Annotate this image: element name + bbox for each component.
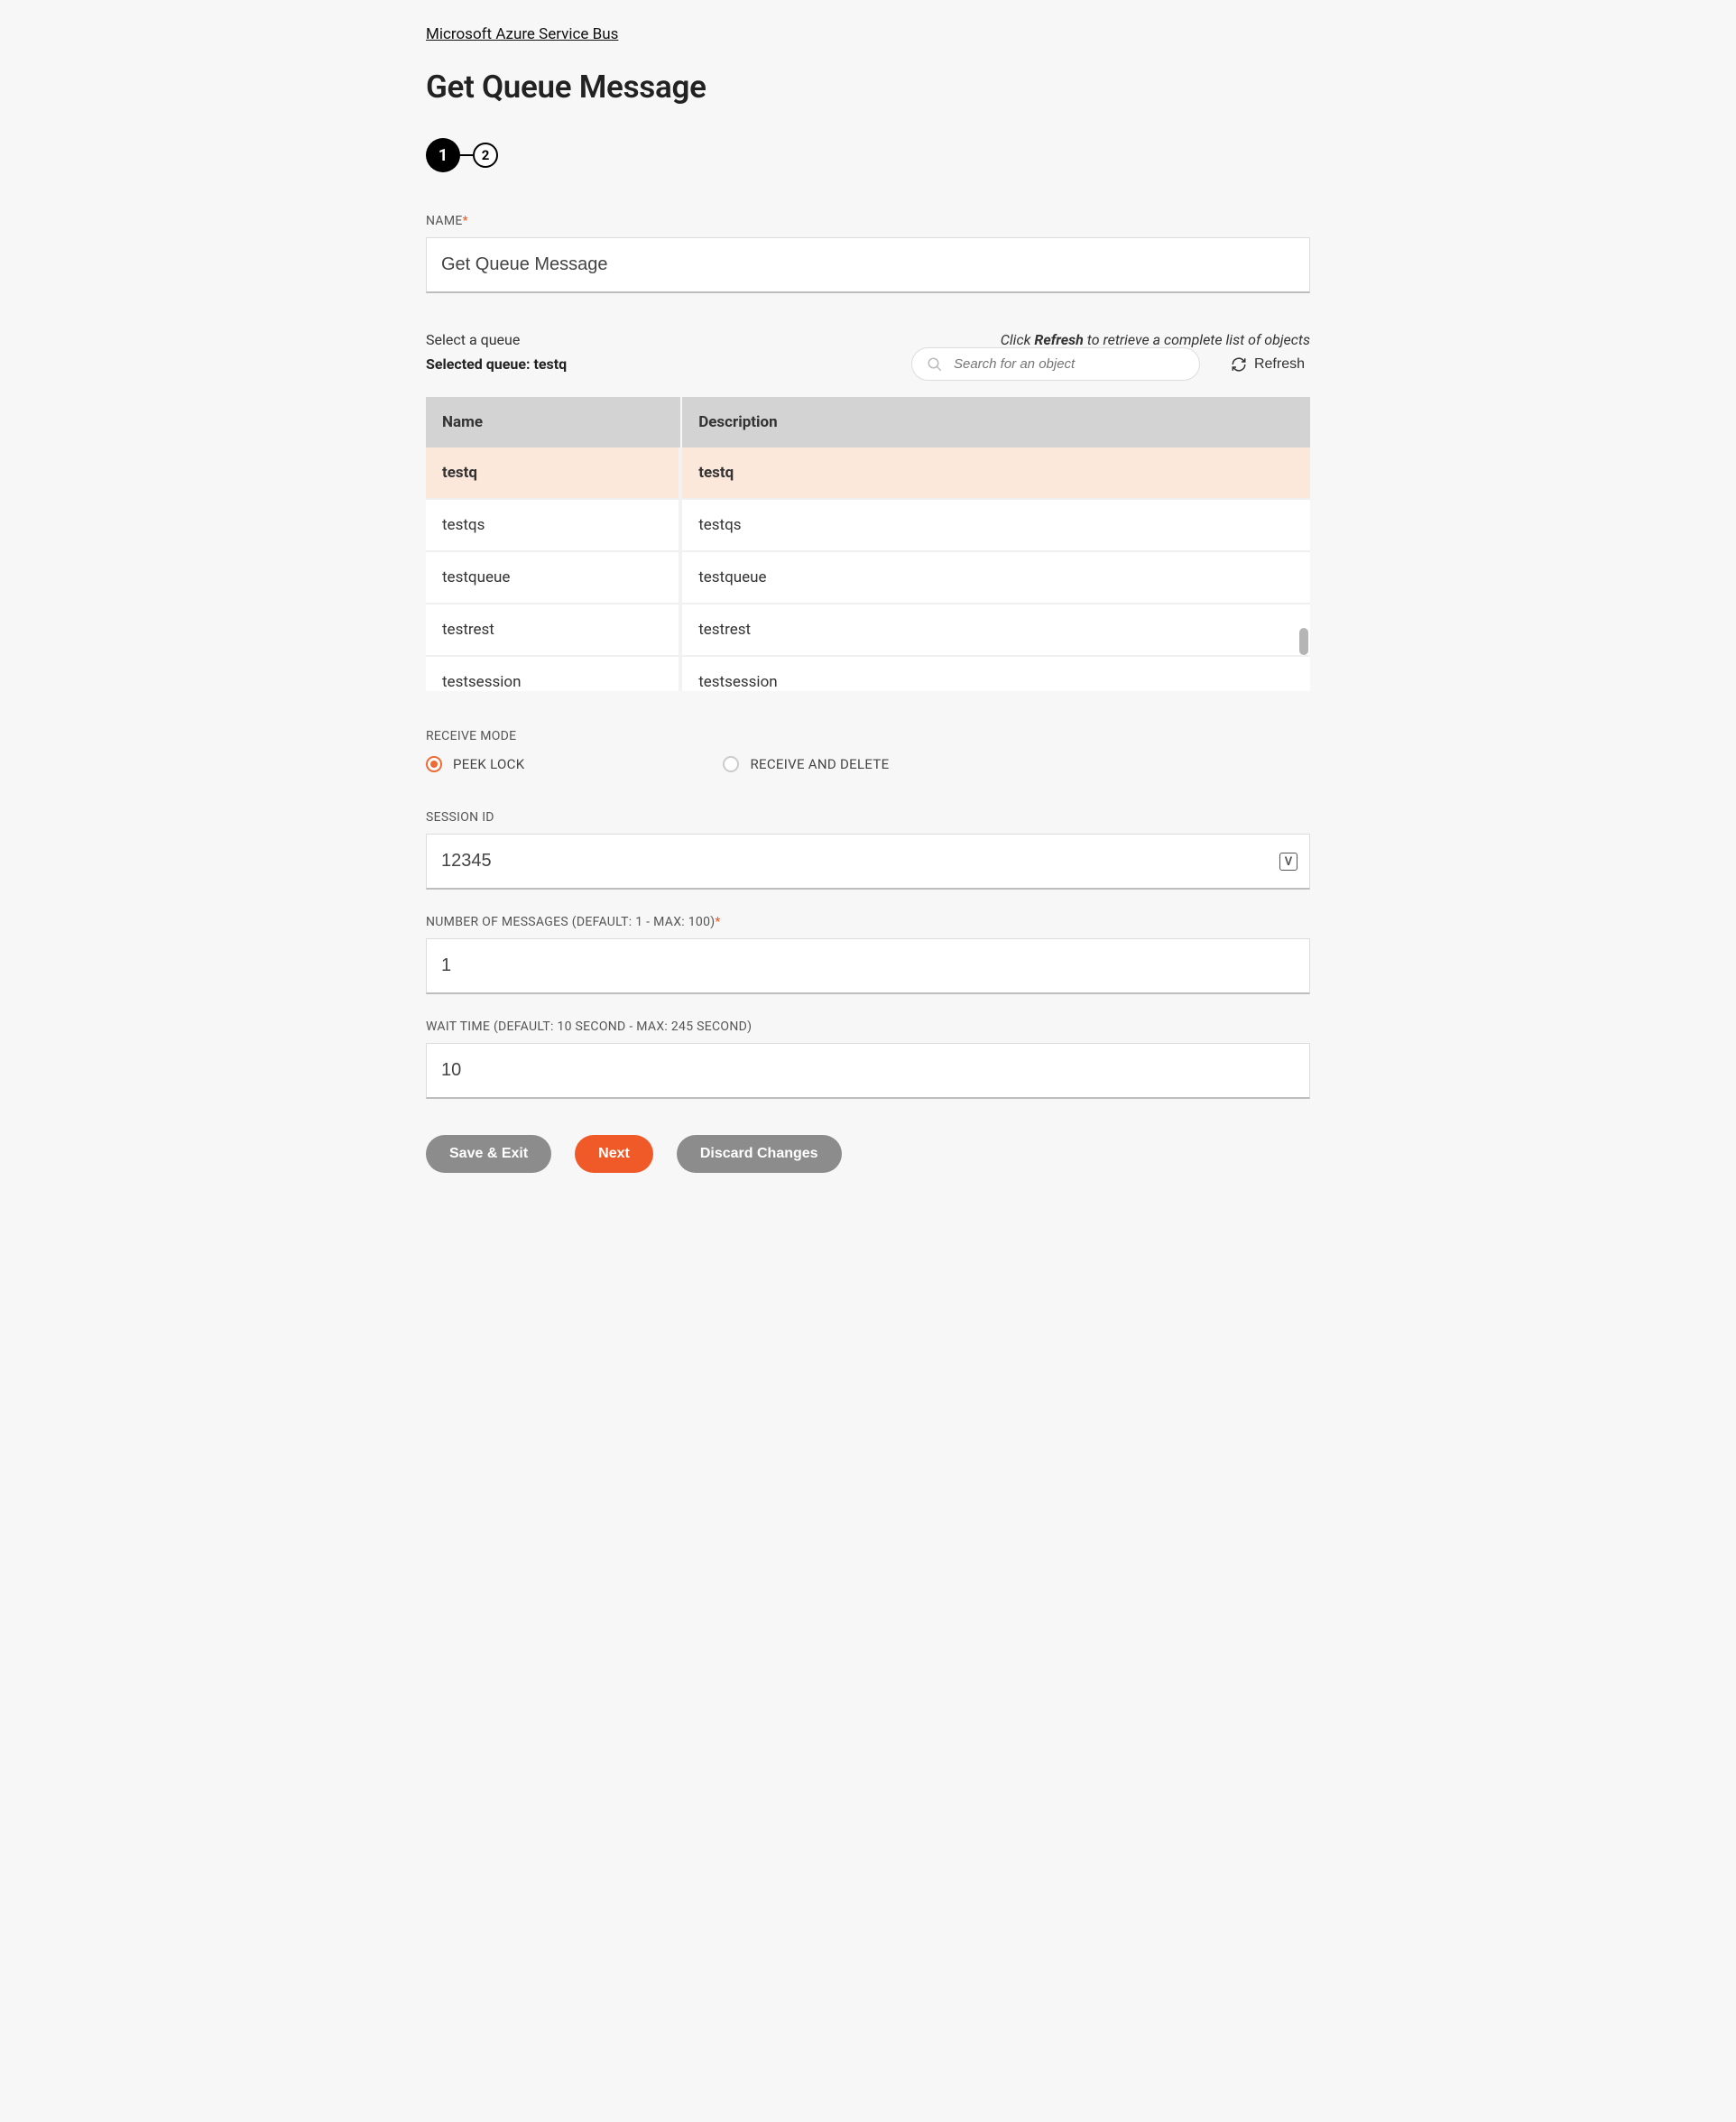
radio-icon — [723, 756, 739, 772]
selected-queue-value: testq — [533, 355, 567, 373]
cell-name: testrest — [426, 604, 682, 657]
table-row[interactable]: testqstestqs — [426, 500, 1310, 552]
name-label-text: NAME — [426, 214, 463, 228]
save-exit-button[interactable]: Save & Exit — [426, 1135, 551, 1173]
cell-description: testqueue — [682, 552, 1310, 604]
hint-bold: Refresh — [1034, 331, 1083, 348]
num-messages-label: NUMBER OF MESSAGES (DEFAULT: 1 - MAX: 10… — [426, 915, 1310, 929]
wait-time-label: WAIT TIME (DEFAULT: 10 SECOND - MAX: 245… — [426, 1019, 1310, 1034]
variable-picker-icon[interactable]: V — [1279, 853, 1297, 871]
table-row[interactable]: testqtestq — [426, 447, 1310, 500]
table-row[interactable]: testsessiontestsession — [426, 657, 1310, 691]
session-id-label: SESSION ID — [426, 810, 1310, 825]
receive-mode-label: RECEIVE MODE — [426, 729, 1310, 743]
num-messages-input[interactable] — [426, 938, 1310, 994]
name-input[interactable] — [426, 237, 1310, 293]
step-1[interactable]: 1 — [426, 138, 460, 172]
required-asterisk: * — [463, 214, 468, 228]
step-connector — [460, 154, 473, 156]
radio-label: PEEK LOCK — [453, 756, 524, 772]
queue-table: Name Description — [426, 397, 1310, 447]
wait-time-input[interactable] — [426, 1043, 1310, 1099]
page-title: Get Queue Message — [426, 69, 1310, 106]
table-row[interactable]: testqueuetestqueue — [426, 552, 1310, 604]
cell-name: testqs — [426, 500, 682, 552]
radio-icon — [426, 756, 442, 772]
refresh-hint: Click Refresh to retrieve a complete lis… — [1001, 331, 1310, 348]
name-label: NAME* — [426, 214, 1310, 228]
radio-option[interactable]: RECEIVE AND DELETE — [723, 756, 889, 772]
cell-description: testqs — [682, 500, 1310, 552]
cell-description: testrest — [682, 604, 1310, 657]
cell-name: testqueue — [426, 552, 682, 604]
num-messages-label-text: NUMBER OF MESSAGES (DEFAULT: 1 - MAX: 10… — [426, 915, 715, 929]
refresh-button[interactable]: Refresh — [1225, 355, 1310, 374]
stepper: 1 2 — [426, 138, 1310, 172]
step-2[interactable]: 2 — [473, 143, 498, 168]
search-box[interactable] — [911, 347, 1200, 381]
cell-name: testq — [426, 447, 682, 500]
col-header-name[interactable]: Name — [426, 397, 682, 447]
cell-description: testq — [682, 447, 1310, 500]
cell-description: testsession — [682, 657, 1310, 691]
search-icon — [927, 356, 943, 373]
breadcrumb-link[interactable]: Microsoft Azure Service Bus — [426, 25, 618, 43]
refresh-label: Refresh — [1254, 356, 1305, 373]
next-button[interactable]: Next — [575, 1135, 653, 1173]
col-header-description[interactable]: Description — [682, 397, 1310, 447]
hint-suffix: to retrieve a complete list of objects — [1084, 331, 1310, 348]
cell-name: testsession — [426, 657, 682, 691]
search-input[interactable] — [952, 355, 1185, 373]
table-row[interactable]: testresttestrest — [426, 604, 1310, 657]
scrollbar-thumb[interactable] — [1299, 628, 1308, 655]
select-queue-label: Select a queue — [426, 331, 520, 348]
hint-prefix: Click — [1001, 331, 1035, 348]
required-asterisk: * — [715, 915, 720, 929]
radio-option[interactable]: PEEK LOCK — [426, 756, 524, 772]
selected-queue-label: Selected queue: — [426, 355, 530, 373]
discard-button[interactable]: Discard Changes — [677, 1135, 842, 1173]
radio-label: RECEIVE AND DELETE — [750, 756, 889, 772]
session-id-input[interactable] — [426, 834, 1310, 890]
refresh-icon — [1231, 356, 1247, 373]
